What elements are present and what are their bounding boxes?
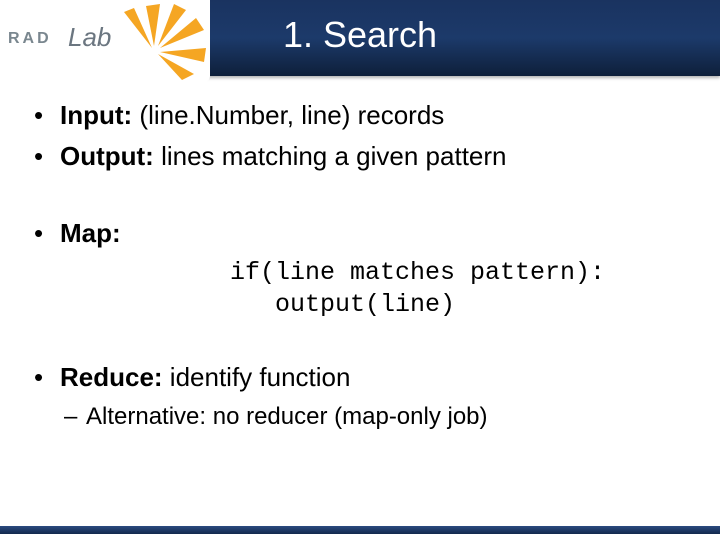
footer-bar — [0, 526, 720, 534]
reduce-text: identify function — [163, 362, 351, 392]
sunburst-icon — [116, 4, 206, 80]
input-text: (line.Number, line) records — [132, 100, 444, 130]
reduce-label: Reduce: — [60, 362, 163, 392]
code-line-2: output(line) — [230, 290, 455, 319]
bullet-input: • Input: (line.Number, line) records — [30, 98, 690, 133]
rad-lab-logo: RAD Lab — [0, 0, 210, 82]
slide-body: • Input: (line.Number, line) records • O… — [0, 76, 720, 433]
logo-lab-text: Lab — [68, 22, 111, 53]
code-line-1: if(line matches pattern): — [230, 258, 605, 287]
input-label: Input: — [60, 100, 132, 130]
sub-bullet-alternative: – Alternative: no reducer (map-only job) — [64, 401, 690, 433]
slide-header: 1. Search RAD Lab — [0, 0, 720, 76]
output-text: lines matching a given pattern — [154, 141, 507, 171]
code-block: if(line matches pattern): output(line) — [230, 257, 690, 320]
map-label: Map: — [60, 218, 121, 248]
bullet-reduce: • Reduce: identify function — [30, 360, 690, 395]
bullet-map: • Map: — [30, 216, 690, 251]
bullet-output: • Output: lines matching a given pattern — [30, 139, 690, 174]
logo-rad-text: RAD — [8, 30, 52, 48]
output-label: Output: — [60, 141, 154, 171]
alternative-text: Alternative: no reducer (map-only job) — [86, 401, 488, 433]
